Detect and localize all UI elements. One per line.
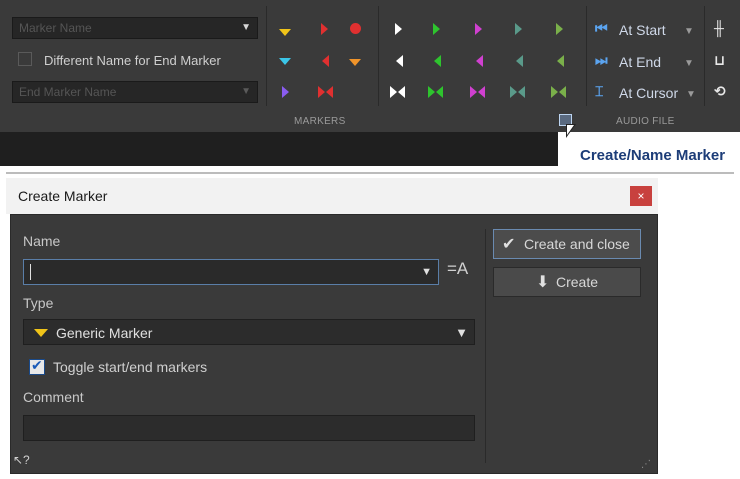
olive-region-end-icon	[559, 86, 566, 98]
create-and-close-label: Create and close	[524, 236, 630, 252]
close-icon: ×	[637, 189, 645, 203]
olive-end-marker-icon	[557, 55, 564, 67]
chevron-down-icon: ▼	[684, 58, 694, 69]
name-input[interactable]: ▼	[23, 259, 439, 285]
text-cursor-icon: ⌶	[595, 83, 604, 99]
generic-marker-icon	[279, 29, 291, 36]
create-and-close-button[interactable]: ✔ Create and close	[493, 229, 641, 259]
chevron-down-icon: ▼	[241, 22, 251, 33]
tooltip: Create/Name Marker	[558, 144, 740, 168]
teal-region-end-icon	[518, 86, 525, 98]
chevron-down-icon[interactable]: ▼	[421, 266, 432, 278]
magenta-region-end-icon	[478, 86, 485, 98]
olive-start-marker-icon	[556, 23, 563, 35]
comment-label: Comment	[23, 389, 84, 405]
orange-marker-icon	[349, 59, 361, 66]
marker-name-placeholder: Marker Name	[19, 21, 92, 35]
split-icon[interactable]: ╫	[714, 20, 724, 36]
create-marker-dialog: Name ▼ =A Type Generic Marker ▼ ✔ Toggle…	[10, 214, 658, 474]
teal-end-marker-icon	[516, 55, 523, 67]
red-region-start-icon	[318, 86, 325, 98]
white-end-marker-icon	[396, 55, 403, 67]
skip-to-start-icon: ⏮	[595, 20, 608, 36]
marker-name-combo[interactable]: Marker Name ▼	[12, 17, 258, 39]
magenta-start-marker-icon	[475, 23, 482, 35]
checkmark-icon: ✔	[31, 357, 43, 373]
close-button[interactable]: ×	[630, 186, 652, 206]
green-region-end-icon	[436, 86, 443, 98]
ribbon-markers-toolbar: Marker Name ▼ Different Name for End Mar…	[0, 0, 740, 132]
different-name-label: Different Name for End Marker	[44, 53, 221, 68]
create-label: Create	[556, 274, 599, 290]
dialog-title: Create Marker	[18, 188, 108, 204]
comment-input[interactable]	[23, 415, 475, 441]
at-cursor-label: At Cursor	[619, 85, 679, 101]
at-start-label: At Start	[619, 22, 666, 38]
end-marker-name-combo[interactable]: End Marker Name ▼	[12, 81, 258, 103]
teal-region-start-icon	[510, 86, 517, 98]
skip-to-end-icon: ⏭	[595, 52, 608, 68]
trim-icon[interactable]: ⊔	[714, 52, 725, 69]
magenta-region-start-icon	[470, 86, 477, 98]
red-dot-marker-icon	[350, 23, 361, 34]
type-value: Generic Marker	[56, 325, 153, 341]
type-label: Type	[23, 295, 54, 311]
end-marker-name-placeholder: End Marker Name	[19, 85, 117, 99]
mouse-pointer-icon	[566, 124, 576, 138]
white-region-start-icon	[390, 86, 397, 98]
ribbon-separator	[266, 6, 267, 106]
chevron-down-icon: ▼	[686, 89, 696, 100]
loop-icon[interactable]: ⟲	[714, 83, 726, 100]
sort-az-icon[interactable]: =A	[447, 259, 468, 279]
type-select[interactable]: Generic Marker ▼	[23, 319, 475, 345]
chevron-down-icon: ▼	[455, 325, 468, 340]
checkmark-icon: ✔	[502, 236, 516, 253]
toggle-start-end-checkbox[interactable]: ✔	[29, 357, 45, 375]
cd-marker-icon	[279, 58, 291, 65]
resize-grip-icon[interactable]: ⋰	[641, 459, 651, 470]
green-region-start-icon	[428, 86, 435, 98]
chevron-down-icon: ▼	[241, 86, 251, 97]
ribbon-separator	[378, 6, 379, 106]
ribbon-separator	[586, 6, 587, 106]
ribbon-separator	[704, 6, 705, 106]
loop-marker-icon	[282, 86, 289, 98]
markers-group-label: MARKERS	[294, 116, 346, 127]
create-button[interactable]: ⬇ Create	[493, 267, 641, 297]
tooltip-text: Create/Name Marker	[580, 147, 726, 164]
toggle-start-end-label: Toggle start/end markers	[53, 359, 208, 375]
red-region-end-icon	[326, 86, 333, 98]
divider	[6, 172, 734, 174]
red-start-marker-icon	[321, 23, 328, 35]
white-start-marker-icon	[395, 23, 402, 35]
audio-file-group-label: AUDIO FILE	[616, 116, 675, 127]
generic-marker-icon	[34, 329, 48, 337]
arrow-down-icon: ⬇	[536, 274, 550, 291]
magenta-end-marker-icon	[476, 55, 483, 67]
green-start-marker-icon	[433, 23, 440, 35]
help-pointer-icon[interactable]: ↖?	[13, 453, 30, 467]
red-end-marker-icon	[322, 55, 329, 67]
chevron-down-icon: ▼	[684, 26, 694, 37]
ribbon-lower-strip	[0, 132, 558, 166]
name-label: Name	[23, 233, 61, 249]
white-region-end-icon	[398, 86, 405, 98]
vertical-separator	[485, 229, 486, 463]
different-name-checkbox[interactable]	[18, 52, 32, 66]
olive-region-start-icon	[551, 86, 558, 98]
teal-start-marker-icon	[515, 23, 522, 35]
text-caret	[30, 264, 31, 280]
dialog-titlebar[interactable]: Create Marker	[6, 178, 658, 214]
at-end-label: At End	[619, 54, 662, 70]
green-end-marker-icon	[434, 55, 441, 67]
